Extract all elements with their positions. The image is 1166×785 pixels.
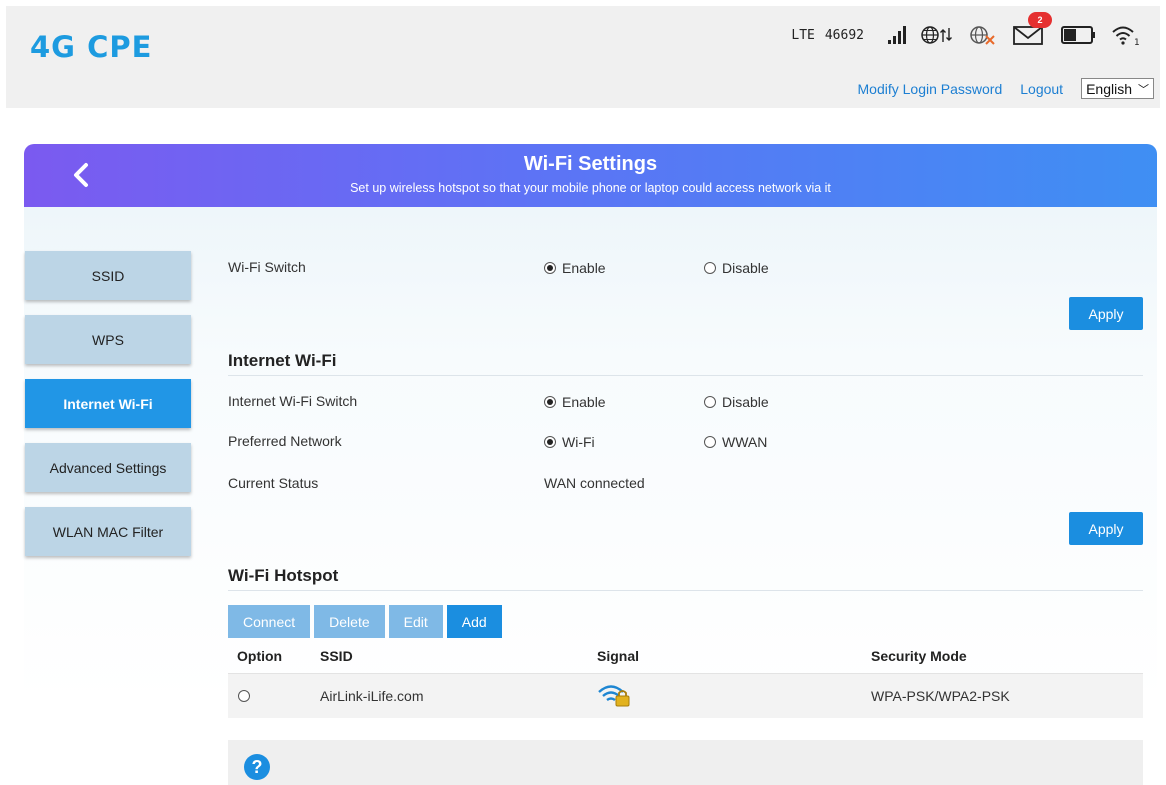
chevron-down-icon: ﹀ — [1138, 83, 1149, 96]
hotspot-toolbar: Connect Delete Edit Add — [228, 605, 502, 638]
wifi-switch-label: Wi-Fi Switch — [228, 259, 306, 275]
globe-data-icon — [920, 20, 954, 50]
sidebar-item-internet-wifi[interactable]: Internet Wi-Fi — [25, 379, 191, 428]
wifi-icon: 1 — [1110, 20, 1140, 50]
internet-wifi-enable-radio[interactable]: Enable — [544, 394, 606, 410]
help-bar: ? — [228, 740, 1143, 785]
sidebar-item-wps[interactable]: WPS — [25, 315, 191, 364]
logo: 4G CPE — [30, 30, 153, 64]
radio-unselected-icon — [704, 396, 716, 408]
operator-code: 46692 — [824, 27, 864, 43]
connect-button[interactable]: Connect — [228, 605, 311, 638]
sidebar: SSID WPS Internet Wi-Fi Advanced Setting… — [25, 251, 191, 571]
content-background — [24, 207, 1157, 702]
svg-text:1: 1 — [1134, 38, 1140, 46]
battery-icon — [1060, 20, 1096, 50]
internet-wifi-disable-label: Disable — [722, 394, 769, 410]
apply-wifi-switch-button[interactable]: Apply — [1069, 297, 1143, 330]
page-subtitle: Set up wireless hotspot so that your mob… — [350, 181, 831, 195]
table-row[interactable]: AirLink-iLife.com WPA-PSK/WPA2-PSK — [228, 674, 1143, 718]
wifi-hotspot-section-title: Wi-Fi Hotspot — [228, 566, 1143, 591]
language-select-value: English — [1086, 80, 1132, 97]
help-icon[interactable]: ? — [244, 754, 270, 780]
sidebar-item-wlan-mac-filter[interactable]: WLAN MAC Filter — [25, 507, 191, 556]
row-select-radio[interactable] — [228, 688, 320, 705]
network-type: LTE — [791, 27, 815, 43]
wifi-switch-enable-label: Enable — [562, 260, 606, 276]
wifi-switch-disable-label: Disable — [722, 260, 769, 276]
apply-internet-wifi-button[interactable]: Apply — [1069, 512, 1143, 545]
signal-strength-icon — [888, 20, 906, 50]
column-header-signal: Signal — [597, 648, 640, 664]
back-arrow-icon[interactable] — [68, 160, 94, 190]
internet-wifi-disable-radio[interactable]: Disable — [704, 394, 769, 410]
radio-unselected-icon — [704, 262, 716, 274]
edit-button[interactable]: Edit — [388, 605, 443, 638]
column-header-ssid: SSID — [320, 648, 353, 664]
row-security-mode: WPA-PSK/WPA2-PSK — [871, 688, 1010, 704]
current-status-value: WAN connected — [544, 475, 645, 491]
internet-wifi-switch-label: Internet Wi-Fi Switch — [228, 393, 358, 409]
page-title: Wi-Fi Settings — [523, 153, 658, 175]
current-status-label: Current Status — [228, 475, 319, 491]
preferred-network-wwan-label: WWAN — [722, 434, 768, 450]
radio-selected-icon — [544, 436, 556, 448]
message-count-badge: 2 — [1028, 12, 1052, 28]
hotspot-table: Option SSID Signal Security Mode AirLink… — [228, 639, 1143, 718]
mail-icon[interactable]: 2 — [1012, 12, 1052, 50]
sidebar-item-ssid[interactable]: SSID — [25, 251, 191, 300]
top-links: Modify Login Password Logout English ﹀ — [858, 78, 1154, 99]
table-header: Option SSID Signal Security Mode — [228, 639, 1143, 674]
language-select[interactable]: English ﹀ — [1081, 78, 1154, 99]
radio-unselected-icon — [704, 436, 716, 448]
radio-selected-icon — [544, 262, 556, 274]
delete-button[interactable]: Delete — [314, 605, 385, 638]
column-header-option: Option — [237, 648, 283, 664]
radio-selected-icon — [544, 396, 556, 408]
wifi-switch-disable-radio[interactable]: Disable — [704, 260, 769, 276]
top-header: 4G CPE LTE 46692 2 1 Modify Login Passwo… — [6, 6, 1160, 108]
page-banner: Wi-Fi Settings Set up wireless hotspot s… — [24, 144, 1157, 207]
wifi-switch-enable-radio[interactable]: Enable — [544, 260, 606, 276]
sidebar-item-advanced-settings[interactable]: Advanced Settings — [25, 443, 191, 492]
column-header-security-mode: Security Mode — [871, 648, 967, 664]
internet-wifi-section-title: Internet Wi-Fi — [228, 351, 1143, 376]
internet-wifi-enable-label: Enable — [562, 394, 606, 410]
preferred-network-wifi-radio[interactable]: Wi-Fi — [544, 434, 595, 450]
radio-unselected-icon — [238, 689, 250, 702]
globe-disconnected-icon — [968, 20, 998, 50]
modify-login-password-link[interactable]: Modify Login Password — [858, 81, 1003, 97]
wifi-locked-icon — [597, 682, 871, 711]
status-bar: LTE 46692 2 1 — [791, 12, 1140, 52]
logout-link[interactable]: Logout — [1020, 81, 1063, 97]
preferred-network-wwan-radio[interactable]: WWAN — [704, 434, 767, 450]
add-button[interactable]: Add — [446, 605, 502, 638]
preferred-network-label: Preferred Network — [228, 433, 342, 449]
preferred-network-wifi-label: Wi-Fi — [562, 434, 595, 450]
row-ssid: AirLink-iLife.com — [320, 688, 424, 704]
